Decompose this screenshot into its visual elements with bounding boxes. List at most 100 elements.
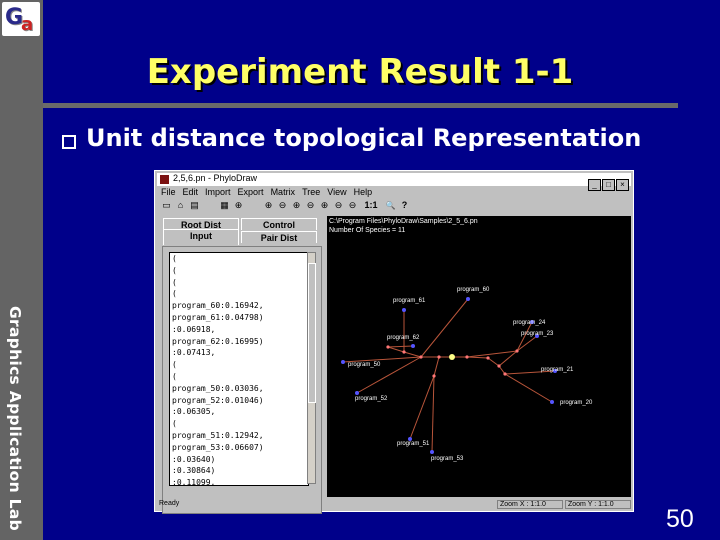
leaf-label: program_50: [348, 362, 381, 368]
tree-text-line: (: [172, 371, 177, 381]
tree-text-line: program_62:0.16995): [172, 336, 264, 346]
tree-text-line: :0.30864): [172, 466, 216, 476]
tree-text-line: (: [172, 254, 177, 263]
phylo-tree: program_60 program_61 program_62 program_24…: [341, 287, 593, 462]
window-titlebar: 2,5,6.pn - PhyloDraw _ □ ×: [157, 173, 631, 191]
tree-edge: [504, 373, 553, 403]
menu-edit[interactable]: Edit: [183, 187, 199, 197]
tree-text-line: (: [172, 265, 177, 275]
tree-canvas[interactable]: C:\Program Files\PhyloDraw\Samples\2_5_6…: [327, 216, 631, 497]
internal-node: [503, 372, 507, 376]
internal-node: [419, 355, 423, 359]
leaf-label: program_62: [387, 335, 420, 341]
menu-bar: File Edit Import Export Matrix Tree View Help: [161, 187, 379, 199]
leaf-node: [466, 297, 470, 301]
status-ready: Ready: [159, 500, 180, 507]
leaf-label: program_21: [541, 367, 574, 373]
menu-matrix[interactable]: Matrix: [271, 187, 296, 197]
leaf-label: program_24: [513, 320, 546, 326]
tree-icon[interactable]: ⊕: [233, 200, 244, 211]
zoom-in-y-icon[interactable]: ⊕: [319, 200, 330, 211]
input-panel: Root Dist Control Input Pair Dist ((((pr…: [160, 216, 325, 514]
leaf-node: [402, 308, 406, 312]
tree-edge: [387, 345, 414, 348]
tree-text-line: (: [172, 419, 177, 429]
status-zoom-x: Zoom X : 1:1.0: [497, 500, 563, 509]
leaf-label: program_20: [560, 400, 593, 406]
leaf-node: [411, 344, 415, 348]
one-to-one-button[interactable]: 1:1: [363, 200, 379, 211]
zoom-out-icon[interactable]: ⊖: [277, 200, 288, 211]
tab-control[interactable]: Control: [241, 218, 317, 230]
ga-logo: G a: [2, 2, 40, 36]
leaf-label: program_53: [431, 456, 464, 462]
menu-help[interactable]: Help: [354, 187, 373, 197]
slide-title: Experiment Result 1-1: [146, 52, 574, 92]
menu-tree[interactable]: Tree: [302, 187, 320, 197]
zoom-out-y-icon[interactable]: ⊖: [333, 200, 344, 211]
internal-node: [465, 355, 469, 359]
tree-edge: [516, 335, 538, 352]
tree-text-line: (: [172, 360, 177, 370]
search-icon[interactable]: 🔍: [385, 200, 396, 211]
new-icon[interactable]: ▭: [161, 200, 172, 211]
open-icon[interactable]: ⌂: [175, 200, 186, 211]
tree-text-line: :0.06918,: [172, 324, 216, 334]
close-button[interactable]: ×: [616, 179, 629, 191]
leaf-node: [430, 450, 434, 454]
leaf-node: [550, 400, 554, 404]
menu-import[interactable]: Import: [205, 187, 231, 197]
zoom-out-x-icon[interactable]: ⊖: [305, 200, 316, 211]
side-label: Graphics Application Lab: [6, 306, 24, 531]
phylodraw-window: 2,5,6.pn - PhyloDraw _ □ × File Edit Import E…: [154, 170, 634, 514]
scrollbar-thumb[interactable]: [308, 263, 316, 403]
help-icon[interactable]: ?: [399, 200, 410, 211]
tree-text-line: (: [172, 289, 177, 299]
internal-node: [486, 356, 490, 360]
tree-text-line: program_61:0.04798): [172, 312, 264, 322]
tree-edge: [403, 351, 422, 358]
tree-input-textarea[interactable]: ((((program_60:0.16942, program_61:0.0479…: [169, 252, 309, 486]
bullet-icon: [62, 135, 76, 149]
zoom-in-icon[interactable]: ⊕: [263, 200, 274, 211]
tree-text-line: :0.11099,: [172, 478, 216, 486]
menu-export[interactable]: Export: [238, 187, 264, 197]
minimize-button[interactable]: _: [588, 179, 601, 191]
tree-text-line: program_50:0.03036,: [172, 383, 264, 393]
menu-view[interactable]: View: [327, 187, 346, 197]
tab-pair-dist[interactable]: Pair Dist: [241, 231, 317, 243]
zoom-reset-icon[interactable]: ⊖: [347, 200, 358, 211]
save-icon[interactable]: ▤: [189, 200, 200, 211]
leaf-label: program_51: [397, 441, 430, 447]
grid-icon[interactable]: ▦: [219, 200, 230, 211]
internal-node: [402, 350, 406, 354]
tree-text-line: program_60:0.16942,: [172, 301, 264, 311]
input-tab-body: ((((program_60:0.16942, program_61:0.0479…: [162, 246, 322, 514]
input-scrollbar[interactable]: [307, 252, 316, 484]
tree-edge: [409, 375, 435, 440]
leaf-label: program_23: [521, 331, 554, 337]
window-title: 2,5,6.pn - PhyloDraw: [173, 173, 258, 183]
root-node: [449, 354, 455, 360]
tree-text-line: (: [172, 277, 177, 287]
tree-edge: [487, 357, 500, 367]
leaf-node: [341, 360, 345, 364]
menu-file[interactable]: File: [161, 187, 176, 197]
status-zoom-y: Zoom Y : 1:1.0: [565, 500, 631, 509]
tab-input[interactable]: Input: [163, 229, 239, 245]
leaf-label: program_52: [355, 396, 388, 402]
tree-edge: [433, 356, 440, 377]
status-bar: Ready Zoom X : 1:1.0 Zoom Y : 1:1.0: [157, 500, 633, 510]
zoom-in-x-icon[interactable]: ⊕: [291, 200, 302, 211]
internal-node: [515, 349, 519, 353]
internal-node: [437, 355, 441, 359]
tree-text-line: :0.07413,: [172, 348, 216, 358]
tree-text-line: :0.03640): [172, 454, 216, 464]
tree-edge: [466, 356, 489, 359]
app-icon: [160, 175, 169, 184]
leaf-label: program_60: [457, 287, 490, 293]
internal-node: [497, 364, 501, 368]
internal-node: [386, 345, 390, 349]
maximize-button[interactable]: □: [602, 179, 615, 191]
tree-edge: [387, 346, 405, 353]
